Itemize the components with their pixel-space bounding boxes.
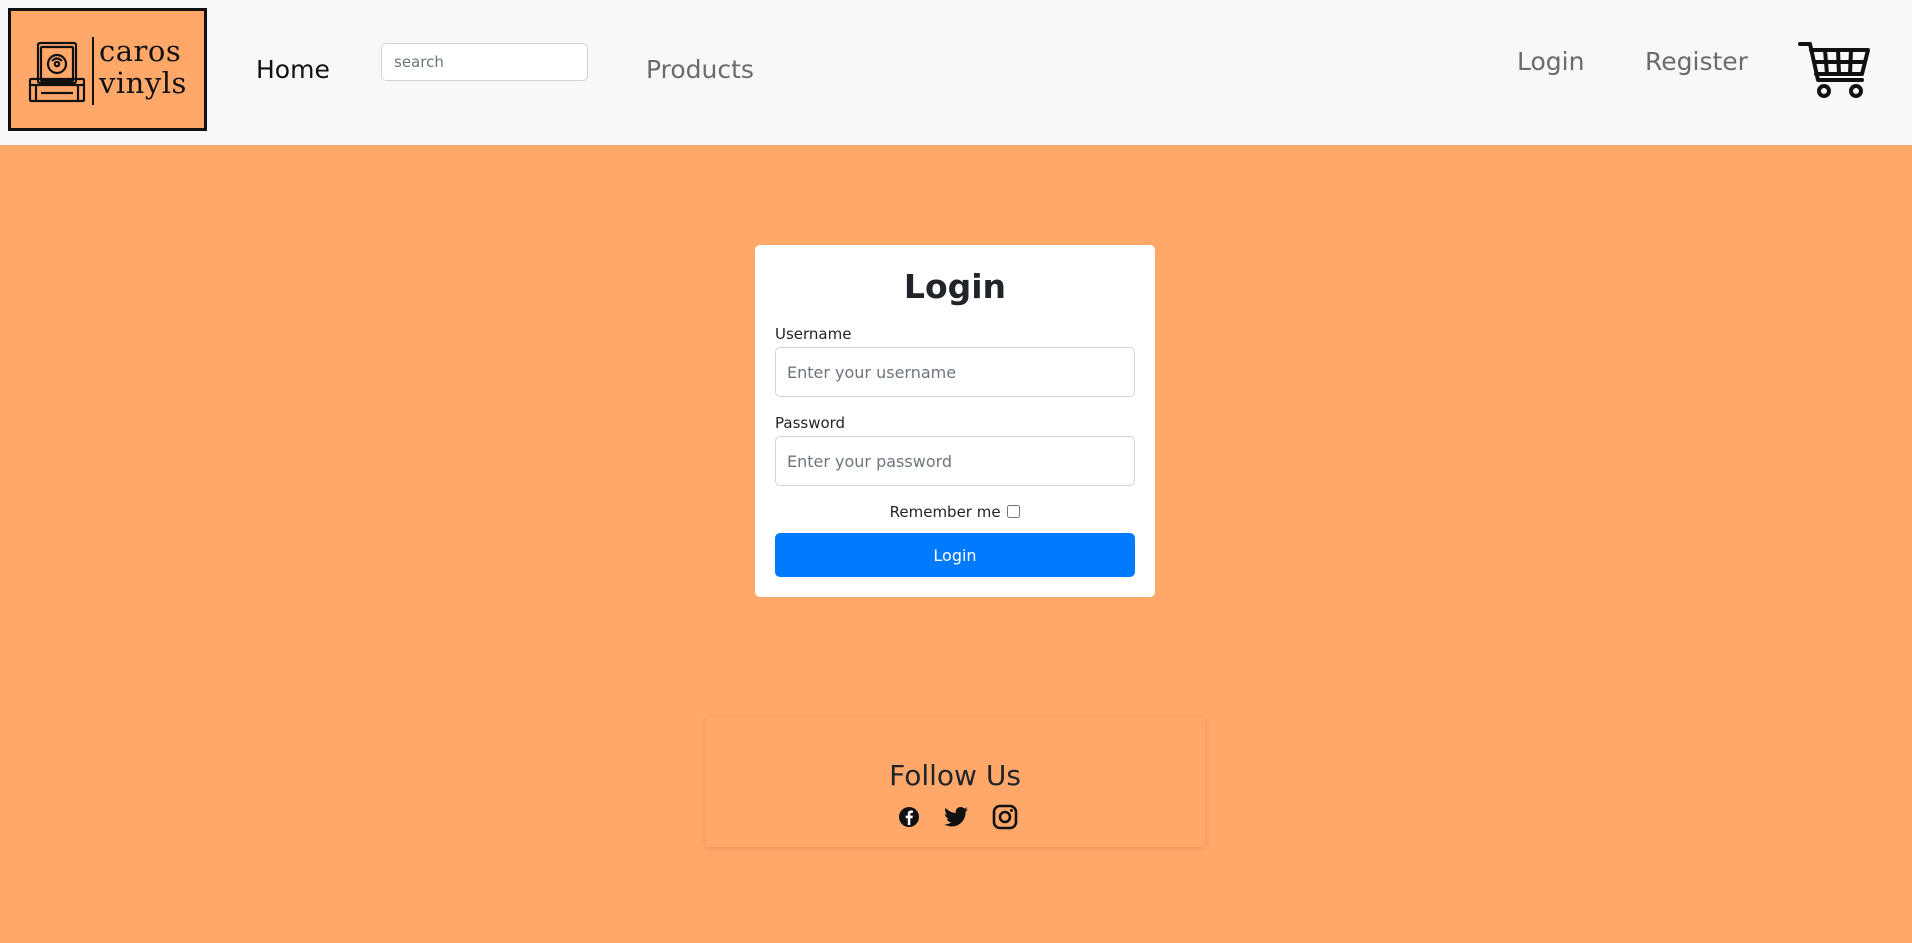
login-submit-button[interactable]: Login [775,533,1135,577]
logo-divider [92,37,94,105]
facebook-icon[interactable] [895,803,923,831]
navbar: caros vinyls Home Products Login Registe… [0,0,1912,145]
nav-products-link[interactable]: Products [646,55,754,84]
remember-me-row: Remember me [755,503,1155,521]
remember-me-checkbox[interactable] [1007,505,1021,518]
login-title: Login [903,267,1007,306]
password-label: Password [775,414,846,432]
login-card: Login Username Password Remember me Logi… [755,245,1155,597]
cart-icon[interactable] [1798,40,1872,100]
nav-register-link[interactable]: Register [1645,47,1748,76]
follow-us-section: Follow Us [705,717,1205,847]
username-label: Username [775,325,852,343]
remember-me-label: Remember me [889,503,1001,521]
twitter-icon[interactable] [942,803,970,831]
logo-text: caros vinyls [99,35,187,99]
logo-line-1: caros [99,34,182,68]
nav-home-link[interactable]: Home [256,55,330,84]
brand-logo[interactable]: caros vinyls [8,8,207,131]
nav-login-link[interactable]: Login [1517,47,1584,76]
search-input[interactable] [381,43,588,81]
username-field[interactable] [775,347,1135,397]
vinyl-box-icon [28,41,86,103]
follow-us-title: Follow Us [889,759,1021,792]
logo-line-2: vinyls [99,66,187,100]
instagram-icon[interactable] [991,803,1019,831]
password-field[interactable] [775,436,1135,486]
